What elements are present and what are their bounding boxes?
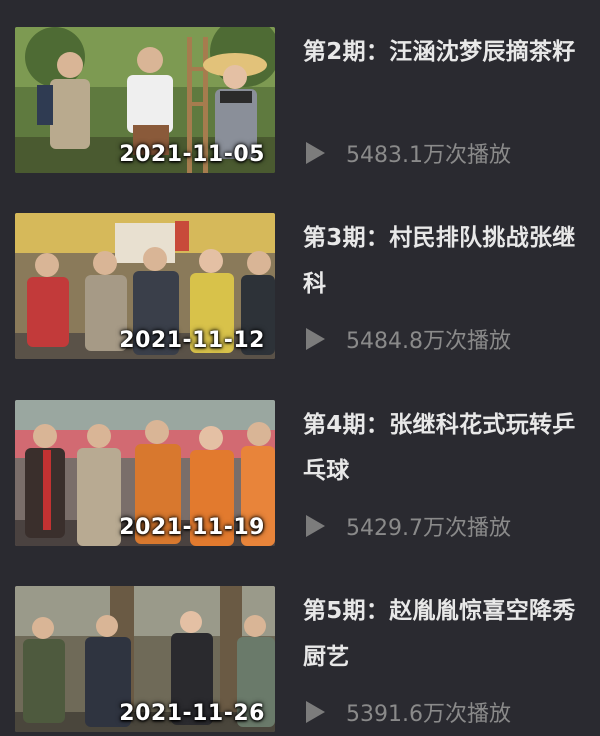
play-count-text: 5429.7万次播放 (346, 516, 511, 541)
episode-item[interactable]: 2021-11-19 第4期：张继科花式玩转乒乓球 5429.7万次播放 (0, 400, 600, 550)
play-count: 5484.8万次播放 (306, 323, 511, 355)
play-count-text: 5391.6万次播放 (346, 702, 511, 727)
episode-thumbnail[interactable]: 2021-11-12 (15, 213, 275, 359)
play-icon (306, 142, 325, 164)
episode-item[interactable]: 2021-11-26 第5期：赵胤胤惊喜空降秀厨艺 5391.6万次播放 (0, 586, 600, 736)
play-count: 5483.1万次播放 (306, 137, 511, 169)
episode-item[interactable]: 2021-11-12 第3期：村民排队挑战张继科 5484.8万次播放 (0, 213, 600, 363)
episode-date: 2021-11-19 (119, 515, 265, 540)
episode-date: 2021-11-26 (119, 701, 265, 726)
episode-title[interactable]: 第3期：村民排队挑战张继科 (303, 215, 588, 307)
play-icon (306, 515, 325, 537)
episode-title[interactable]: 第2期：汪涵沈梦辰摘茶籽 (303, 29, 588, 75)
episode-thumbnail[interactable]: 2021-11-05 (15, 27, 275, 173)
episode-title[interactable]: 第5期：赵胤胤惊喜空降秀厨艺 (303, 588, 588, 680)
episode-thumbnail[interactable]: 2021-11-19 (15, 400, 275, 546)
episode-date: 2021-11-05 (119, 142, 265, 167)
episode-list: 2021-11-05 第2期：汪涵沈梦辰摘茶籽 5483.1万次播放 2021-… (0, 0, 600, 732)
play-icon (306, 701, 325, 723)
episode-thumbnail[interactable]: 2021-11-26 (15, 586, 275, 732)
play-count: 5429.7万次播放 (306, 510, 511, 542)
episode-date: 2021-11-12 (119, 328, 265, 353)
play-count-text: 5483.1万次播放 (346, 143, 511, 168)
play-icon (306, 328, 325, 350)
episode-title[interactable]: 第4期：张继科花式玩转乒乓球 (303, 402, 588, 494)
play-count-text: 5484.8万次播放 (346, 329, 511, 354)
play-count: 5391.6万次播放 (306, 696, 511, 728)
episode-item[interactable]: 2021-11-05 第2期：汪涵沈梦辰摘茶籽 5483.1万次播放 (0, 27, 600, 177)
